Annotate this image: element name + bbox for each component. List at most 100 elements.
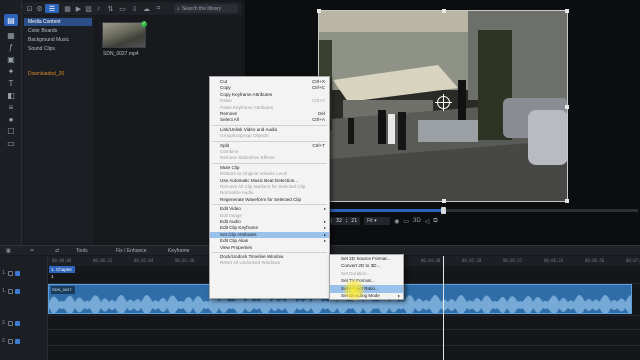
menu-item: Reset All Undocked Windows [210,260,329,266]
menu-item[interactable]: View Properties [210,245,329,251]
download-icon[interactable]: ⇩ [130,4,139,13]
audio-filter-icon[interactable]: ♪ [94,4,103,13]
menu-item[interactable]: Select All Ctrl+A [210,117,329,123]
volume-icon[interactable]: ◁ [425,218,430,225]
menu-item-label: Copy [220,85,231,91]
menu-item-label: Normalize Audio [220,190,254,196]
view-mode-icon[interactable]: ▭ [118,4,127,13]
grid-view-icon[interactable]: ▦ [63,4,72,13]
lock-icon[interactable] [8,288,14,294]
tree-item-sound-clips[interactable]: Sound Clips [24,45,92,53]
fit-select[interactable]: Fit ▾ [364,217,391,225]
video-filter-icon[interactable]: ▶ [74,4,83,13]
track-enable-checkbox[interactable] [15,288,21,294]
undock-icon[interactable]: ⧉ [433,218,437,225]
menu-item-label: Use Automatic Music Beat Detection... [220,177,299,183]
ruler-tick: 00;01;36 [175,258,195,263]
scrubber-knob[interactable] [440,207,446,214]
media-room-icon[interactable]: ▤ [4,14,18,26]
menu-item-label: Edit Video [220,206,241,212]
fix-enhance-button[interactable]: Fix / Enhance [116,247,147,255]
track-header: 1. [2,268,46,278]
menu-separator [212,204,327,206]
library-toolbar: ⊡ ⚙ ☰ ▦ ▶ ▨ ♪ ⇅ ▭ ⇩ ☁ ⌗ ⌕ Search the lib… [22,2,242,15]
track-label: 2. [2,320,7,326]
subtitle-icon[interactable]: ▭ [4,137,18,149]
resize-handle[interactable] [565,199,569,203]
chapter-marker[interactable]: 1. Chapter 1 [49,266,75,279]
menu-item[interactable]: Regenerate Waveform for Selected Clip [210,197,329,203]
scissors-icon[interactable]: ✂ [30,247,34,255]
submenu-arrow-icon: ▸ [397,293,400,298]
menu-separator [212,252,327,253]
menu-item-label: Cut [220,79,228,84]
track-label: 2. [2,338,7,344]
menu-item-label: Regenerate Waveform for Selected Clip [220,196,302,202]
fx-icon[interactable]: ƒ [4,41,18,53]
keyframe-button[interactable]: Keyframe [168,247,189,255]
playhead[interactable] [443,256,444,360]
sort-icon[interactable]: ⇅ [106,4,115,13]
menu-item-label: Split [220,142,229,148]
menu-item-shortcut: Ctrl+A [312,117,325,123]
ruler-tick: 00;01;04 [134,258,154,263]
chapter-icon[interactable]: ☐ [4,125,18,137]
audio-mixing-icon[interactable]: ≡ [4,101,18,113]
tools-button[interactable]: Tools [76,247,88,255]
resize-handle[interactable] [565,9,569,13]
menu-item-label: Paste [220,98,232,104]
effects-room-icon[interactable]: ▦ [4,29,18,41]
import-icon[interactable]: ⊡ [25,4,34,13]
cursor-highlight [343,279,365,301]
context-menu: Cut Ctrl+X Copy Ctrl+C Copy Keyframe Attribu… [209,76,330,299]
resize-handle[interactable] [442,199,446,203]
plugin-icon[interactable]: ⚙ [35,4,44,13]
resize-handle[interactable] [317,9,321,13]
track-header: 2. [2,336,46,346]
menu-separator [212,124,327,126]
track-enable-checkbox[interactable] [15,320,21,326]
swap-icon[interactable]: ⇄ [55,247,59,255]
image-filter-icon[interactable]: ▨ [84,4,93,13]
menu-item: Remove Slideshow Effects [210,155,329,161]
tree-item-media-content[interactable]: Media Content [24,18,92,26]
submenu-item[interactable]: Set Blending Mode▸ [330,292,403,301]
submenu-item-label: Set Duration... [341,270,371,276]
preview-controls: 00 ; 32 ; 21 Fit ▾ ◉ ▭ 3D ◁ ⧉ [318,216,640,226]
left-toolbar: ▤ ▦ ƒ ▣ ✦ T ◧ ≡ ● ☐ ▭ [0,0,22,245]
submenu-item-label: Convert 2D to 3D... [341,263,381,269]
timeline-add-icon[interactable]: ▦ [6,247,11,255]
crosshair-icon[interactable] [435,94,452,111]
monitor-icon[interactable]: ▭ [403,218,409,225]
track-enable-checkbox[interactable] [15,338,21,344]
menu-item-label: Reset All Undocked Windows [220,260,281,266]
tree-item-background-music[interactable]: Background Music [24,36,92,44]
title-room-icon[interactable]: T [4,77,18,89]
particle-icon[interactable]: ✦ [4,65,18,77]
cloud-icon[interactable]: ☁ [142,4,151,13]
ruler-tick: 00;06;56 [585,258,605,263]
mode-3d[interactable]: 3D [413,218,421,224]
menu-item-label: Set Clip Attributes [220,231,257,237]
library-search[interactable]: ⌕ Search the library [174,4,238,13]
track-enable-checkbox[interactable] [15,270,21,276]
pip-objects-icon[interactable]: ▣ [4,53,18,65]
preview-scrubber[interactable] [318,207,638,214]
tree-item-color-boards[interactable]: Color Boards [24,27,92,35]
lock-icon[interactable] [8,270,14,276]
menu-item-label: Edit Clip Alias [220,238,249,244]
voiceover-icon[interactable]: ● [4,113,18,125]
transition-icon[interactable]: ◧ [4,89,18,101]
track-header: 2. [2,318,46,328]
lock-icon[interactable] [8,338,14,344]
library-menu-icon[interactable]: ☰ [45,4,59,13]
lock-icon[interactable] [8,320,14,326]
resize-handle[interactable] [442,9,446,13]
tree-item-downloaded[interactable]: Downloaded_20 [24,70,92,78]
tag-icon[interactable]: ⌗ [154,4,163,13]
library-tree: Media Content Color Boards Background Mu… [22,16,94,244]
ruler-tick: 00;04;48 [421,258,441,263]
snapshot-icon[interactable]: ◉ [394,218,399,225]
media-thumbnail[interactable]: ✓ [102,21,147,48]
resize-handle[interactable] [565,105,569,109]
